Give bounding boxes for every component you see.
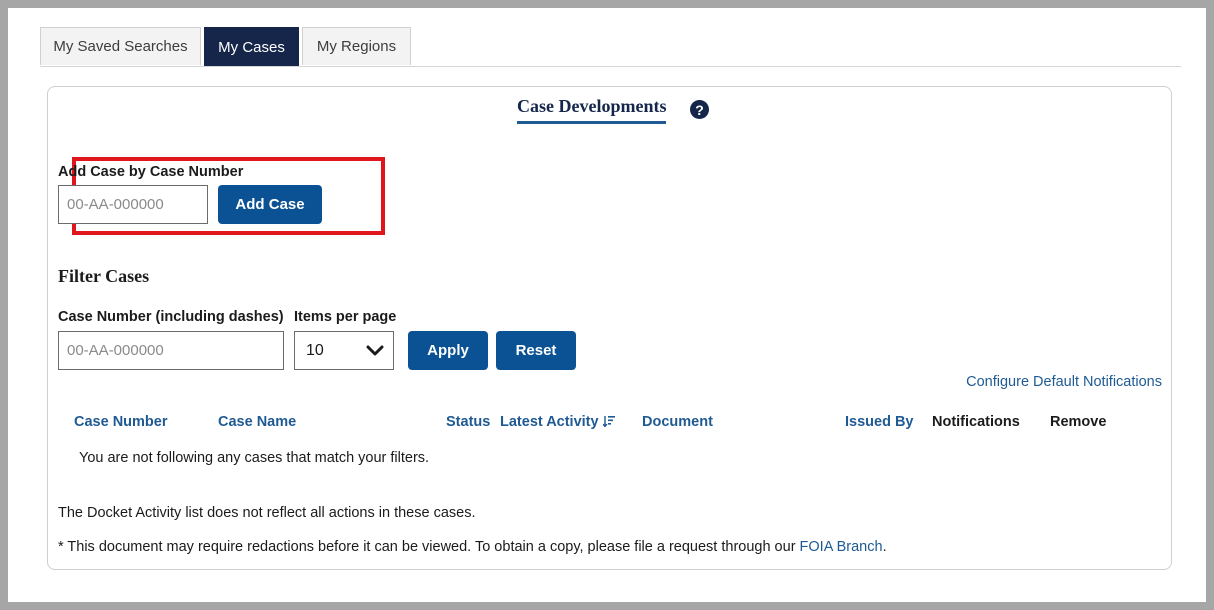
case-number-filter-label: Case Number (including dashes) xyxy=(58,309,284,325)
redaction-note: * This document may require redactions b… xyxy=(58,539,887,555)
tab-my-cases[interactable]: My Cases xyxy=(204,27,299,66)
redaction-note-suffix: . xyxy=(882,539,887,555)
configure-notifications-link[interactable]: Configure Default Notifications xyxy=(966,374,1162,390)
chevron-down-icon xyxy=(366,345,384,356)
sort-descending-icon xyxy=(602,416,615,427)
page-title: Case Developments xyxy=(517,96,667,124)
page-frame: My Saved Searches My Cases My Regions Ca… xyxy=(8,8,1206,602)
tab-my-saved-searches[interactable]: My Saved Searches xyxy=(40,27,201,65)
redaction-note-text: * This document may require redactions b… xyxy=(58,539,800,555)
foia-branch-link[interactable]: FOIA Branch xyxy=(800,539,883,555)
column-header-latest-activity[interactable]: Latest Activity xyxy=(500,414,615,430)
add-case-label: Add Case by Case Number xyxy=(58,164,244,180)
empty-table-message: You are not following any cases that mat… xyxy=(79,450,430,466)
column-header-document[interactable]: Document xyxy=(642,414,713,430)
column-header-case-name[interactable]: Case Name xyxy=(218,414,296,430)
tab-bar: My Saved Searches My Cases My Regions xyxy=(40,27,1181,67)
reset-button[interactable]: Reset xyxy=(496,331,576,370)
column-header-status[interactable]: Status xyxy=(446,414,490,430)
items-per-page-select[interactable]: 10 xyxy=(294,331,394,370)
tab-my-regions[interactable]: My Regions xyxy=(302,27,411,65)
case-number-filter-input[interactable] xyxy=(58,331,284,370)
apply-button[interactable]: Apply xyxy=(408,331,488,370)
column-header-case-number[interactable]: Case Number xyxy=(74,414,167,430)
column-header-latest-activity-label: Latest Activity xyxy=(500,414,599,430)
column-header-notifications: Notifications xyxy=(932,414,1020,430)
items-per-page-value: 10 xyxy=(306,341,324,359)
column-header-issued-by[interactable]: Issued By xyxy=(845,414,914,430)
items-per-page-label: Items per page xyxy=(294,309,397,325)
case-developments-panel: Case Developments ? Add Case by Case Num… xyxy=(47,86,1172,570)
docket-note: The Docket Activity list does not reflec… xyxy=(58,505,476,521)
question-circle-icon[interactable]: ? xyxy=(690,100,709,119)
column-header-remove: Remove xyxy=(1050,414,1107,430)
add-case-input[interactable] xyxy=(58,185,208,224)
add-case-button[interactable]: Add Case xyxy=(218,185,322,224)
filter-cases-title: Filter Cases xyxy=(58,266,150,286)
